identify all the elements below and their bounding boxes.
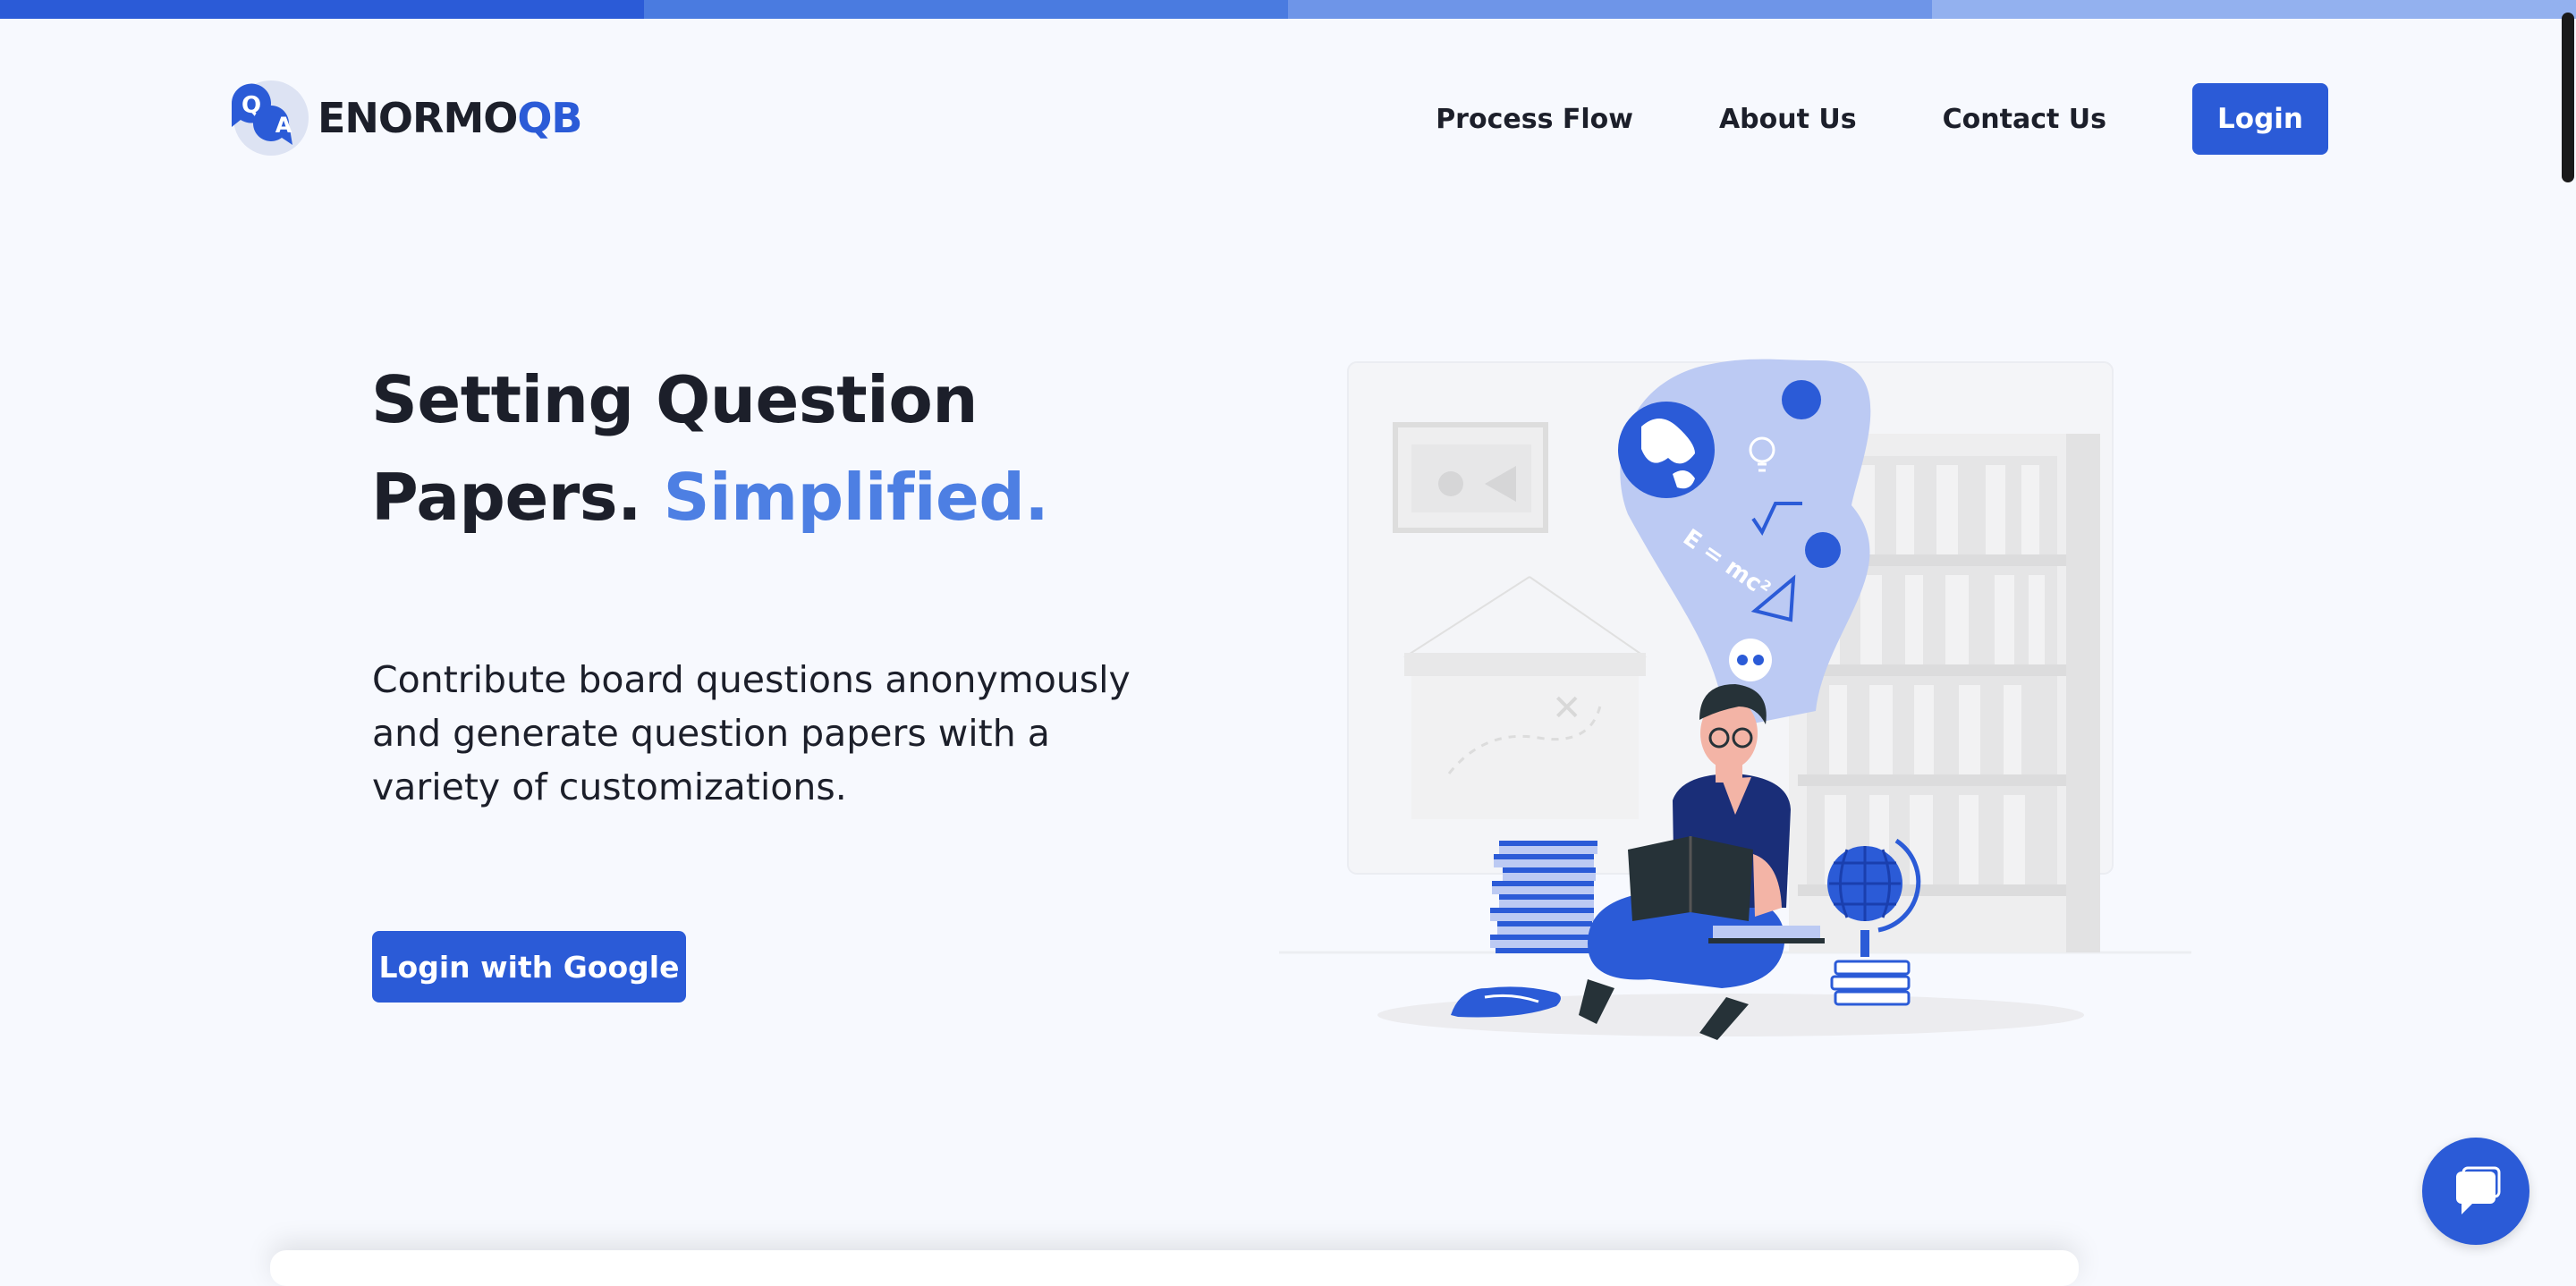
hero-title-accent: Simplified.	[663, 460, 1049, 535]
progress-segment	[1288, 0, 1932, 19]
nav-process-flow[interactable]: Process Flow	[1436, 104, 1633, 135]
svg-text:✕: ✕	[1552, 688, 1582, 729]
progress-segment	[0, 0, 644, 19]
brand-name-accent: QB	[517, 94, 582, 142]
student-reading-illustration: ✕ E = mc²	[1279, 353, 2191, 1051]
progress-segment	[1932, 0, 2576, 19]
progress-segment	[644, 0, 1288, 19]
chat-widget-button[interactable]	[2422, 1138, 2529, 1245]
nav-contact-us[interactable]: Contact Us	[1943, 104, 2106, 135]
login-with-google-button[interactable]: Login with Google	[372, 931, 686, 1003]
scrollbar-thumb[interactable]	[2562, 13, 2574, 182]
main-nav: Process Flow About Us Contact Us Login	[1436, 83, 2328, 155]
chat-bubble-icon	[2456, 1166, 2501, 1214]
brand-name: ENORMO QB	[318, 94, 583, 142]
hero-description: Contribute board questions anonymously a…	[372, 658, 1131, 808]
hero-title-line2: Papers.	[371, 460, 642, 535]
logo-a-letter: A	[275, 113, 292, 138]
qa-logo-icon: Q A	[228, 79, 310, 157]
top-progress-bar	[0, 0, 2576, 19]
login-button[interactable]: Login	[2192, 83, 2328, 155]
brand-name-main: ENORMO	[318, 94, 518, 142]
hero-title: Setting Question Papers. Simplified.	[371, 351, 1049, 546]
hero-title-line1: Setting Question	[371, 362, 979, 437]
nav-about-us[interactable]: About Us	[1719, 104, 1857, 135]
bottom-content-card	[270, 1250, 2079, 1286]
brand-logo[interactable]: Q A ENORMO QB	[228, 79, 583, 157]
